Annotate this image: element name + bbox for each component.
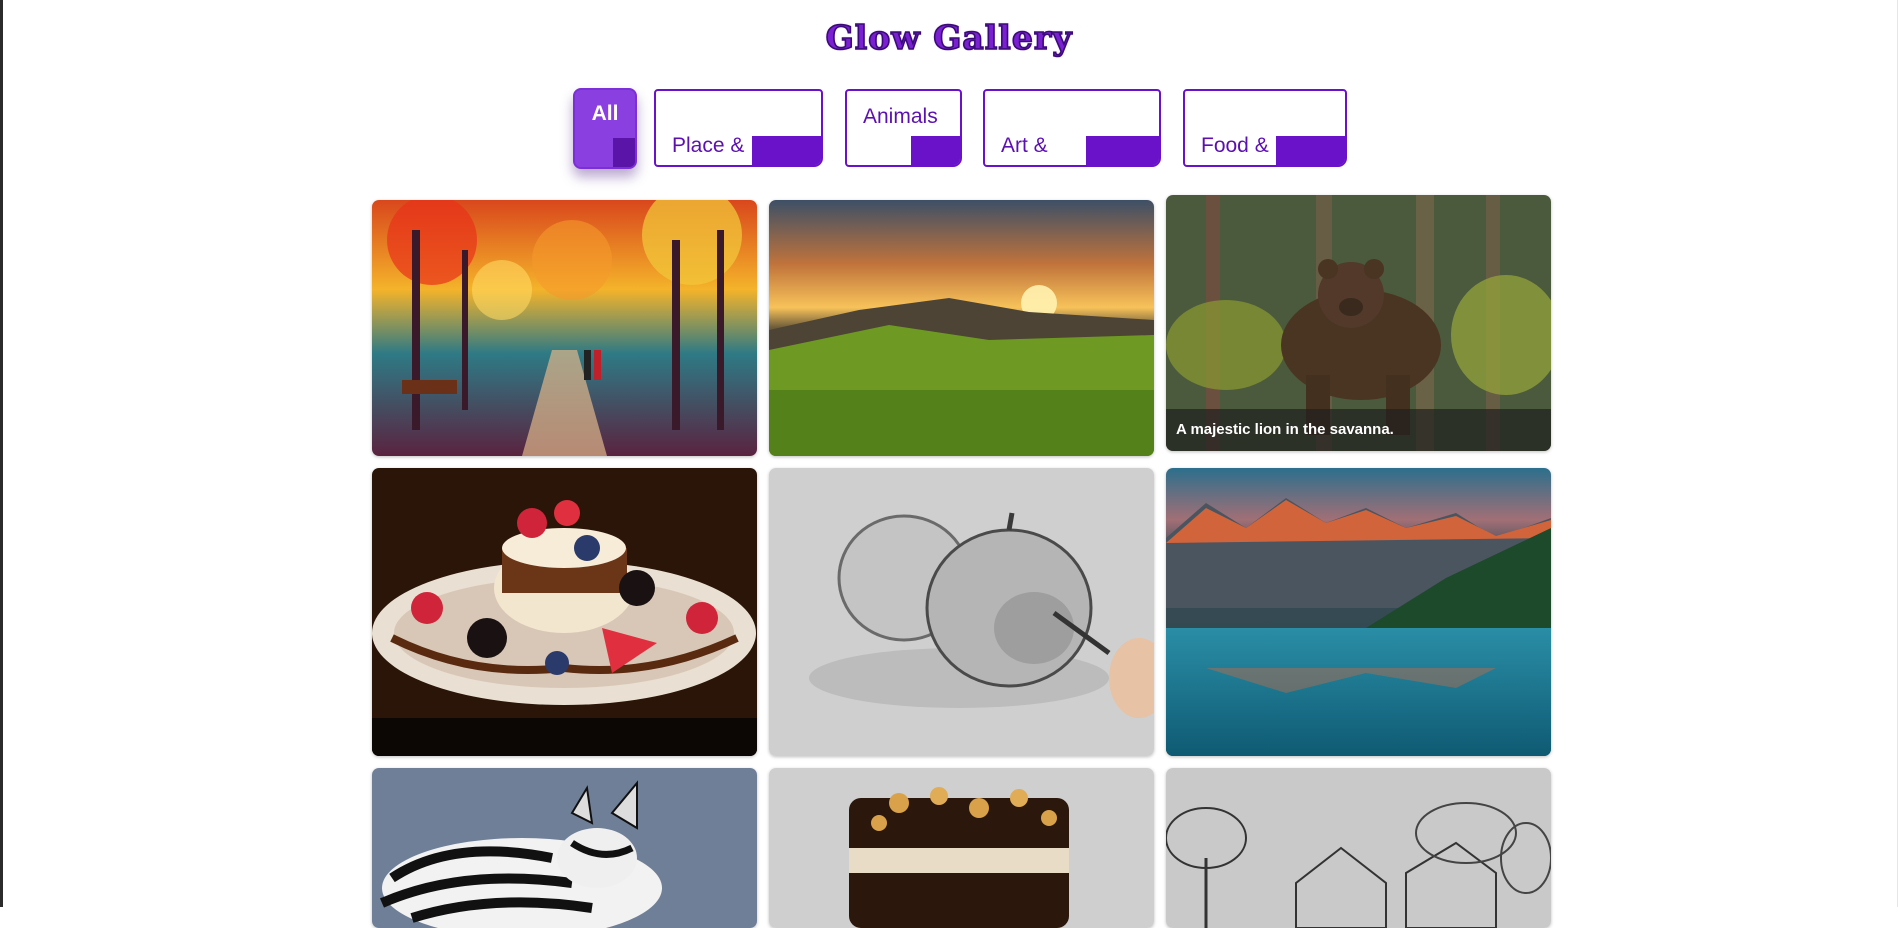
image-caption: A majestic lion in the savanna.	[1166, 409, 1551, 451]
gallery-image-park-painting[interactable]	[372, 200, 757, 456]
gallery-image-mountain-lake[interactable]	[1166, 468, 1551, 756]
filter-food-drinks-label: Food & Drinks	[1201, 134, 1269, 165]
mountain-sunset-image	[769, 200, 1154, 456]
filter-place-travel-label: Place & Travel	[672, 134, 745, 165]
filter-fold-decoration	[1086, 136, 1159, 165]
mountain-lake-image	[1166, 468, 1551, 756]
zebra-image	[372, 768, 757, 928]
apple-sketch-image	[769, 468, 1154, 756]
gallery-image-mountain-sunset[interactable]	[769, 200, 1154, 456]
filter-place-travel-button[interactable]: Place & Travel	[654, 89, 823, 167]
filter-art-creativity-button[interactable]: Art & Creativity	[983, 89, 1161, 167]
filter-bar: All Place & Travel Animals Art & Creativ…	[0, 87, 1898, 169]
chocolate-cake-image	[769, 768, 1154, 928]
filter-fold-decoration	[911, 136, 960, 165]
gallery-image-bear[interactable]: A majestic lion in the savanna.	[1166, 195, 1551, 451]
dessert-image	[372, 468, 757, 756]
filter-animals-button[interactable]: Animals	[845, 89, 962, 167]
gallery-image-chocolate-cake[interactable]	[769, 768, 1154, 928]
filter-fold-decoration	[1276, 136, 1345, 165]
filter-fold-decoration	[752, 136, 821, 165]
filter-fold-decoration	[613, 138, 635, 167]
filter-all-label: All	[591, 102, 619, 125]
filter-food-drinks-button[interactable]: Food & Drinks	[1183, 89, 1347, 167]
filter-animals-label: Animals	[863, 105, 938, 128]
page-title: Glow Gallery	[825, 17, 1073, 58]
gallery-image-house-sketch[interactable]	[1166, 768, 1551, 928]
filter-all-button[interactable]: All	[573, 88, 637, 169]
gallery-image-zebra[interactable]	[372, 768, 757, 928]
gallery-image-dessert[interactable]	[372, 468, 757, 756]
park-painting-image	[372, 200, 757, 456]
filter-art-creativity-label: Art & Creativity	[1001, 134, 1089, 165]
house-sketch-image	[1166, 768, 1551, 928]
gallery-image-apple-sketch[interactable]	[769, 468, 1154, 756]
